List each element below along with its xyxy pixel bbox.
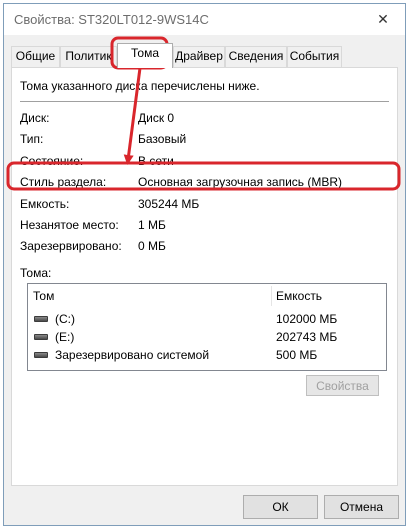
close-button[interactable]: ✕	[361, 4, 405, 34]
tab-label: События	[289, 49, 340, 63]
drive-icon	[34, 316, 48, 322]
unallocated-value: 1 МБ	[138, 218, 166, 232]
intro-text: Тома указанного диска перечислены ниже.	[20, 79, 260, 93]
status-value: В сети	[138, 154, 174, 168]
tab-events[interactable]: События	[287, 46, 342, 67]
list-header: Том Емкость	[28, 284, 386, 308]
list-item[interactable]: (E:) 202743 МБ	[28, 328, 386, 346]
drive-icon	[34, 334, 48, 340]
tab-general[interactable]: Общие	[11, 46, 60, 67]
cancel-button[interactable]: Отмена	[324, 495, 399, 519]
tab-label: Сведения	[228, 49, 284, 63]
tab-label: Драйвер	[175, 49, 223, 63]
tab-label: Общие	[15, 49, 56, 63]
volumes-panel: Тома указанного диска перечислены ниже. …	[11, 67, 398, 486]
reserved-value: 0 МБ	[138, 239, 166, 253]
column-divider[interactable]	[271, 286, 272, 306]
column-header-capacity[interactable]: Емкость	[276, 289, 322, 303]
disk-label: Диск:	[20, 111, 50, 125]
capacity-label: Емкость:	[20, 197, 70, 211]
volume-properties-button[interactable]: Свойства	[306, 375, 379, 396]
properties-dialog: Свойства: ST320LT012-9WS14C ✕ Общие Поли…	[3, 3, 406, 526]
tab-policies[interactable]: Политик	[60, 46, 117, 67]
column-header-volume[interactable]: Том	[33, 289, 54, 303]
tab-driver[interactable]: Драйвер	[173, 46, 225, 67]
partition-style-value: Основная загрузочная запись (MBR)	[138, 175, 343, 189]
volume-capacity: 500 МБ	[276, 348, 318, 362]
close-icon: ✕	[377, 10, 389, 27]
disk-value: Диск 0	[138, 111, 175, 125]
tab-label: Тома	[131, 46, 159, 60]
type-label: Тип:	[20, 132, 44, 146]
tab-label: Политик	[65, 49, 112, 63]
list-item[interactable]: (C:) 102000 МБ	[28, 310, 386, 328]
volumes-label: Тома:	[20, 266, 52, 280]
volume-capacity: 202743 МБ	[276, 330, 338, 344]
volume-name: Зарезервировано системой	[55, 348, 210, 362]
divider	[20, 101, 389, 102]
volume-name: (C:)	[55, 312, 75, 326]
volumes-list[interactable]: Том Емкость (C:) 102000 МБ (E:) 202743 М…	[27, 283, 387, 371]
reserved-label: Зарезервировано:	[20, 239, 122, 253]
ok-button[interactable]: ОК	[243, 495, 318, 519]
list-item[interactable]: Зарезервировано системой 500 МБ	[28, 346, 386, 364]
capacity-value: 305244 МБ	[138, 197, 200, 211]
unallocated-label: Незанятое место:	[20, 218, 119, 232]
partition-style-label: Стиль раздела:	[20, 175, 107, 189]
type-value: Базовый	[138, 132, 187, 146]
tab-details[interactable]: Сведения	[225, 46, 287, 67]
title-bar: Свойства: ST320LT012-9WS14C ✕	[4, 4, 405, 35]
volume-capacity: 102000 МБ	[276, 312, 338, 326]
window-title: Свойства: ST320LT012-9WS14C	[14, 12, 209, 27]
status-label: Состояние:	[20, 154, 84, 168]
tab-volumes[interactable]: Тома	[117, 43, 173, 68]
drive-icon	[34, 352, 48, 358]
volume-name: (E:)	[55, 330, 75, 344]
